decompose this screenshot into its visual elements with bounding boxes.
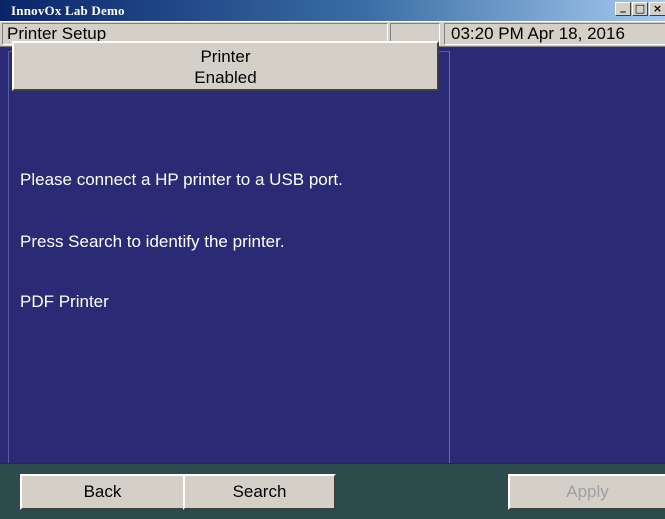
back-button[interactable]: Back bbox=[20, 474, 185, 510]
window-title-bar: InnovOx Lab Demo _ □ × bbox=[0, 0, 665, 21]
datetime-display: 03:20 PM Apr 18, 2016 bbox=[444, 23, 665, 45]
connect-instruction: Please connect a HP printer to a USB por… bbox=[20, 170, 343, 189]
window-title: InnovOx Lab Demo bbox=[11, 3, 125, 18]
minimize-icon: _ bbox=[620, 0, 626, 13]
close-button[interactable]: × bbox=[649, 2, 665, 16]
bottom-button-bar: Back Search Apply bbox=[0, 463, 665, 519]
printer-name: PDF Printer bbox=[20, 292, 109, 311]
maximize-icon: □ bbox=[634, 2, 646, 15]
search-button[interactable]: Search bbox=[183, 474, 336, 510]
content-panel bbox=[8, 51, 450, 463]
search-instruction: Press Search to identify the printer. bbox=[20, 232, 285, 251]
minimize-button[interactable]: _ bbox=[615, 0, 631, 16]
side-panel bbox=[451, 51, 665, 463]
maximize-button[interactable]: □ bbox=[632, 2, 648, 16]
close-icon: × bbox=[652, 2, 663, 15]
printer-enable-toggle[interactable]: Printer Enabled bbox=[12, 41, 439, 91]
main-area bbox=[0, 47, 665, 463]
printer-toggle-label: Printer bbox=[200, 47, 251, 66]
printer-toggle-state: Enabled bbox=[194, 68, 257, 87]
apply-button[interactable]: Apply bbox=[508, 474, 665, 510]
